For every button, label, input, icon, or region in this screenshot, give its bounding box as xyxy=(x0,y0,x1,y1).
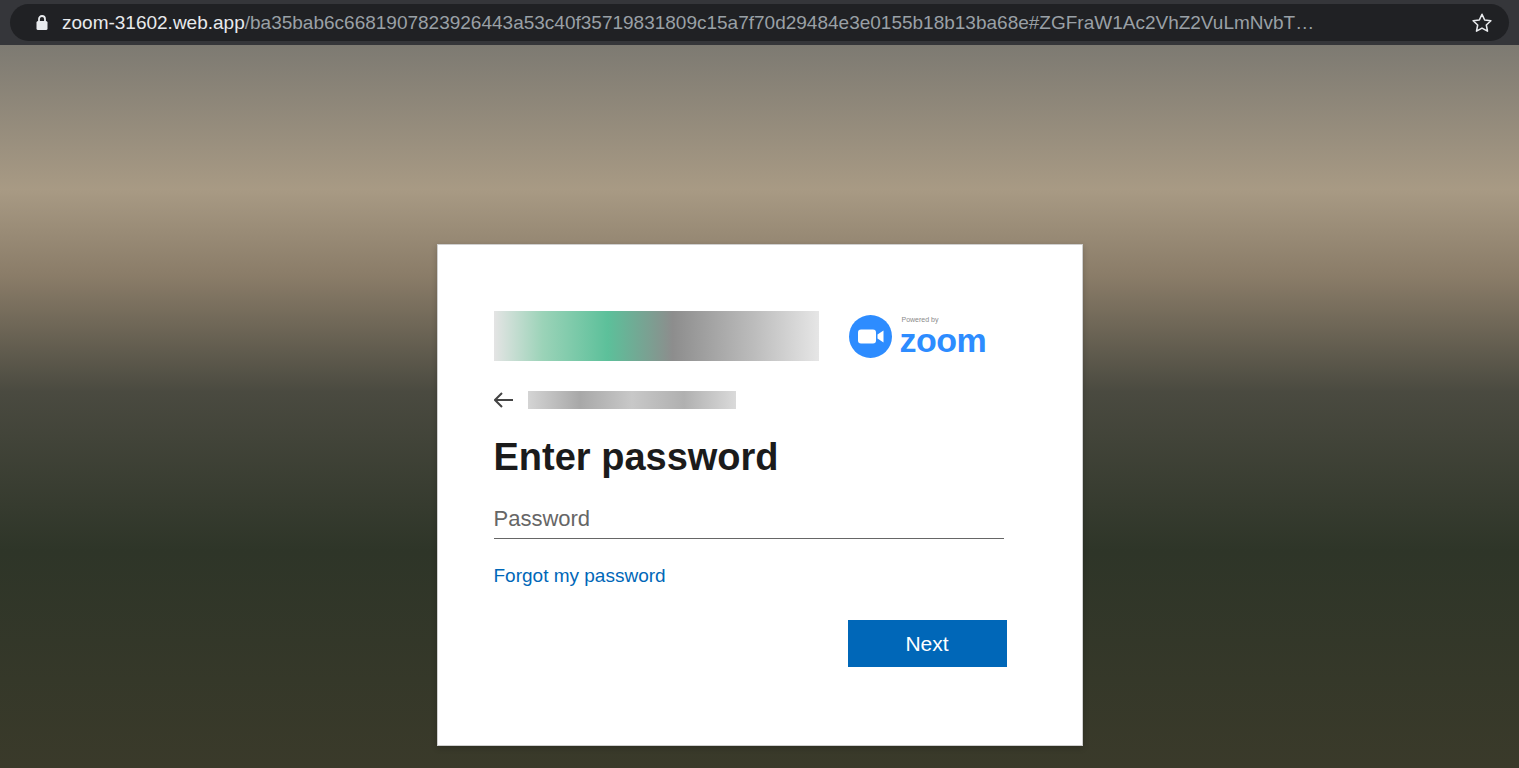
password-input[interactable] xyxy=(494,499,1004,539)
brand-name: zoom xyxy=(900,324,987,356)
background-photo: Powered by zoom Enter password Forgot my… xyxy=(0,45,1519,768)
forgot-password-link[interactable]: Forgot my password xyxy=(494,563,666,589)
url-path: /ba35bab6c6681907823926443a53c40f3571983… xyxy=(245,12,1314,33)
next-button[interactable]: Next xyxy=(848,620,1007,667)
powered-by-text: Powered by xyxy=(902,316,987,324)
login-card: Powered by zoom Enter password Forgot my… xyxy=(437,244,1083,746)
blurred-email xyxy=(528,391,736,409)
blurred-logo xyxy=(494,311,819,361)
zoom-logo: Powered by zoom xyxy=(849,315,987,358)
star-icon[interactable] xyxy=(1471,12,1493,34)
page-heading: Enter password xyxy=(494,433,1018,481)
url-host: zoom-31602.web.app xyxy=(62,12,245,33)
lock-icon xyxy=(36,15,48,30)
back-arrow-icon[interactable] xyxy=(494,392,514,408)
zoom-camera-icon xyxy=(849,315,892,358)
address-bar[interactable]: zoom-31602.web.app/ba35bab6c668190782392… xyxy=(10,4,1509,41)
url-text: zoom-31602.web.app/ba35bab6c668190782392… xyxy=(62,11,1457,35)
